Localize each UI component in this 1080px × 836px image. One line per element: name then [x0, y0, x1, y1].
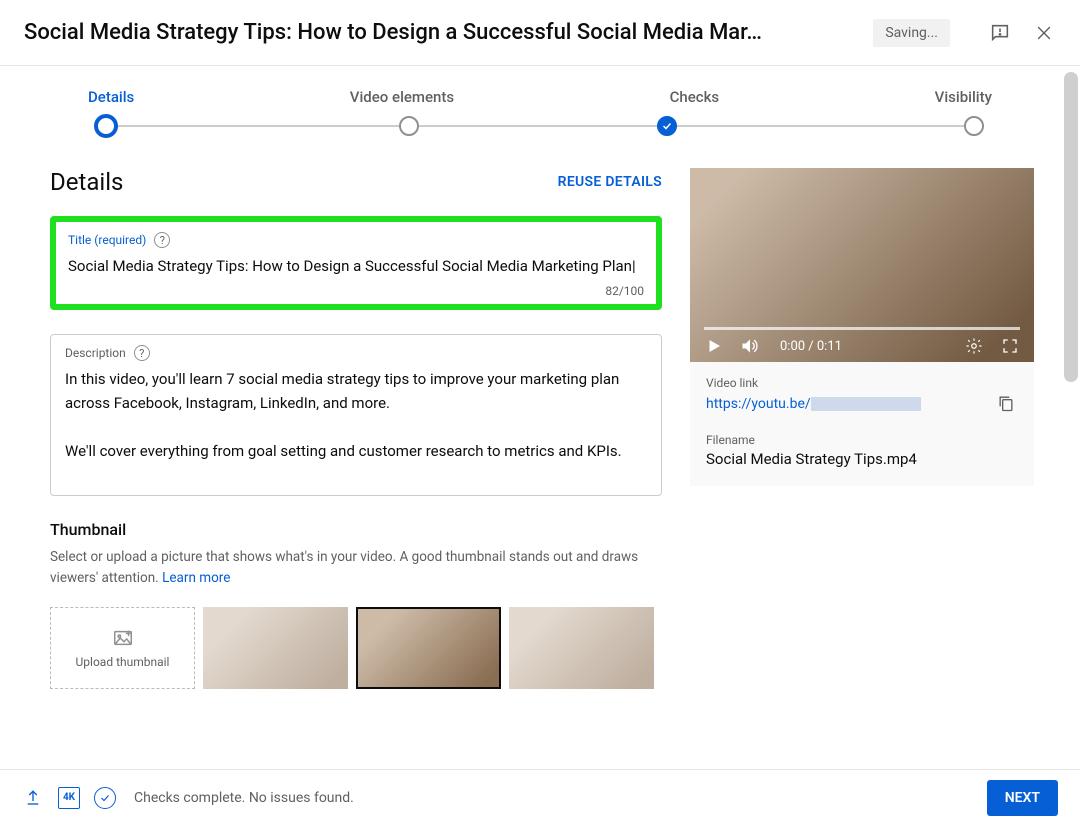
thumbnail-description: Select or upload a picture that shows wh… [50, 547, 662, 589]
description-field[interactable]: Description ? In this video, you'll lear… [50, 334, 662, 496]
help-icon[interactable]: ? [134, 345, 150, 361]
upload-thumbnail-button[interactable]: Upload thumbnail [50, 607, 195, 689]
title-field-label: Title (required) ? [68, 232, 644, 248]
hd-badge: 4K [58, 787, 80, 809]
thumbnail-option-1[interactable] [203, 607, 348, 689]
upload-status-icon [22, 787, 44, 809]
step-video-elements[interactable]: Video elements [350, 88, 454, 106]
step-dot-visibility[interactable] [964, 116, 984, 136]
learn-more-link[interactable]: Learn more [162, 570, 230, 586]
progress-bar[interactable] [704, 327, 1020, 330]
scrollbar[interactable] [1064, 72, 1078, 382]
video-info-card: Video link https://youtu.be/ Filename So… [690, 362, 1034, 486]
upload-stepper: Details Video elements Checks Visibility [0, 88, 1080, 136]
description-input[interactable]: In this video, you'll learn 7 social med… [65, 367, 647, 487]
volume-icon[interactable] [740, 336, 760, 356]
step-dot-details[interactable] [94, 114, 118, 138]
checks-status-text: Checks complete. No issues found. [134, 790, 354, 806]
copy-link-icon[interactable] [996, 393, 1018, 415]
close-icon[interactable] [1032, 21, 1056, 45]
play-icon[interactable] [704, 336, 724, 356]
check-status-icon [94, 787, 116, 809]
feedback-icon[interactable] [988, 21, 1012, 45]
step-visibility[interactable]: Visibility [935, 88, 992, 106]
thumbnail-option-3[interactable] [509, 607, 654, 689]
step-dot-video-elements[interactable] [399, 116, 419, 136]
dialog-footer: 4K Checks complete. No issues found. NEX… [0, 769, 1080, 825]
fullscreen-icon[interactable] [1000, 336, 1020, 356]
video-link-label: Video link [706, 376, 1018, 390]
settings-icon[interactable] [964, 336, 984, 356]
saving-status: Saving... [873, 19, 950, 47]
filename-label: Filename [706, 433, 1018, 447]
dialog-header: Social Media Strategy Tips: How to Desig… [0, 0, 1080, 66]
title-input[interactable]: Social Media Strategy Tips: How to Desig… [68, 254, 644, 278]
next-button[interactable]: NEXT [987, 780, 1058, 816]
step-checks[interactable]: Checks [670, 88, 720, 106]
thumbnail-row: Upload thumbnail [50, 607, 662, 689]
filename-value: Social Media Strategy Tips.mp4 [706, 450, 1018, 468]
title-char-count: 82/100 [68, 284, 644, 298]
details-heading: Details [50, 168, 123, 196]
step-details[interactable]: Details [88, 88, 134, 106]
thumbnail-heading: Thumbnail [50, 520, 662, 539]
reuse-details-button[interactable]: REUSE DETAILS [558, 174, 662, 190]
description-field-label: Description ? [65, 345, 647, 361]
page-title: Social Media Strategy Tips: How to Desig… [24, 20, 873, 45]
title-field[interactable]: Title (required) ? Social Media Strategy… [50, 216, 662, 310]
video-link[interactable]: https://youtu.be/ [706, 396, 976, 412]
step-dot-checks[interactable] [657, 116, 677, 136]
stepper-track-line [98, 125, 982, 127]
playback-time: 0:00 / 0:11 [780, 339, 842, 354]
thumbnail-option-2[interactable] [356, 607, 501, 689]
video-preview[interactable]: 0:00 / 0:11 [690, 168, 1034, 362]
help-icon[interactable]: ? [154, 232, 170, 248]
